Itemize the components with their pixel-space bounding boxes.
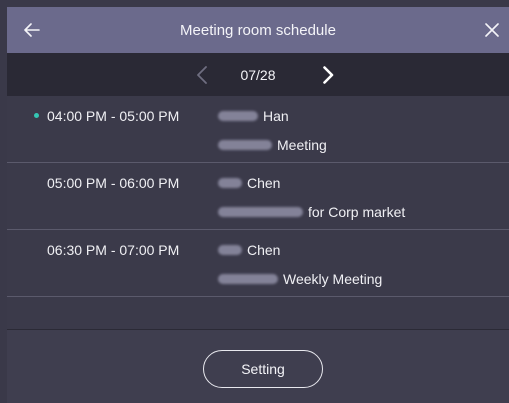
meeting-schedule-app: Meeting room schedule 07/28 04:00 PM - 0… [0,0,509,403]
back-button[interactable] [17,7,47,53]
date-navigation: 07/28 [7,53,509,96]
meeting-time: 05:00 PM - 06:00 PM [47,175,180,191]
redacted-text [218,111,258,121]
meeting-organizer: Han [218,108,289,124]
meeting-row[interactable]: 04:00 PM - 05:00 PM Han Meeting [7,96,509,163]
meeting-time: 06:30 PM - 07:00 PM [47,242,180,258]
page-title: Meeting room schedule [180,21,336,39]
meeting-subject: Weekly Meeting [218,271,382,287]
meeting-row[interactable]: 05:00 PM - 06:00 PM Chen for Corp market [7,163,509,230]
chevron-right-icon [322,65,333,84]
subject-text: Meeting [277,137,327,153]
meeting-row[interactable]: 06:30 PM - 07:00 PM Chen Weekly Meeting [7,230,509,297]
organizer-name: Chen [247,175,281,191]
meeting-list: 04:00 PM - 05:00 PM Han Meeting 05:00 PM… [7,96,509,329]
setting-button[interactable]: Setting [203,350,323,388]
redacted-text [218,274,278,284]
subject-text: for Corp market [308,204,406,220]
title-bar: Meeting room schedule [7,7,509,53]
meeting-time: 04:00 PM - 05:00 PM [47,108,180,124]
organizer-name: Han [263,108,289,124]
close-icon [485,23,499,37]
meeting-organizer: Chen [218,242,280,258]
redacted-text [218,245,242,255]
footer-bar: Setting [7,329,509,403]
subject-text: Weekly Meeting [283,271,383,287]
arrow-left-icon [24,23,40,37]
current-meeting-indicator [34,113,39,118]
meeting-subject: for Corp market [218,204,405,220]
meeting-organizer: Chen [218,175,280,191]
close-button[interactable] [477,7,507,53]
redacted-text [218,140,272,150]
next-day-button[interactable] [313,53,343,96]
redacted-text [218,207,303,217]
redacted-text [218,178,242,188]
meeting-subject: Meeting [218,137,327,153]
chevron-left-icon [197,65,207,84]
current-date: 07/28 [240,66,276,83]
organizer-name: Chen [247,242,281,258]
previous-day-button[interactable] [187,53,217,96]
